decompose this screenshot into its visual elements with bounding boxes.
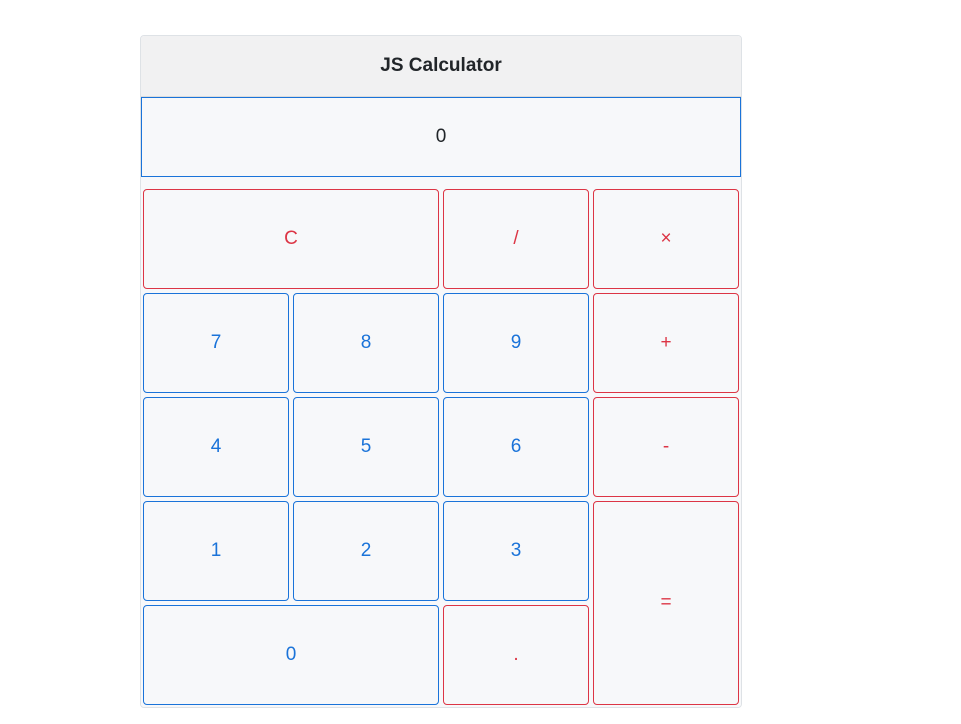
- four-button[interactable]: 4: [143, 397, 289, 497]
- subtract-button[interactable]: -: [593, 397, 739, 497]
- clear-button[interactable]: C: [143, 189, 439, 289]
- add-button[interactable]: +: [593, 293, 739, 393]
- seven-button[interactable]: 7: [143, 293, 289, 393]
- zero-button[interactable]: 0: [143, 605, 439, 705]
- three-button[interactable]: 3: [443, 501, 589, 601]
- multiply-button[interactable]: ×: [593, 189, 739, 289]
- calculator-display: 0: [141, 97, 741, 177]
- decimal-button[interactable]: .: [443, 605, 589, 705]
- six-button[interactable]: 6: [443, 397, 589, 497]
- eight-button[interactable]: 8: [293, 293, 439, 393]
- one-button[interactable]: 1: [143, 501, 289, 601]
- calculator: JS Calculator 0 C / × 7 8 9 + 4 5 6 - 1 …: [140, 35, 742, 708]
- equals-button[interactable]: =: [593, 501, 739, 705]
- nine-button[interactable]: 9: [443, 293, 589, 393]
- five-button[interactable]: 5: [293, 397, 439, 497]
- keypad: C / × 7 8 9 + 4 5 6 - 1 2 3 = 0 .: [141, 177, 741, 707]
- two-button[interactable]: 2: [293, 501, 439, 601]
- calculator-title: JS Calculator: [141, 36, 741, 97]
- divide-button[interactable]: /: [443, 189, 589, 289]
